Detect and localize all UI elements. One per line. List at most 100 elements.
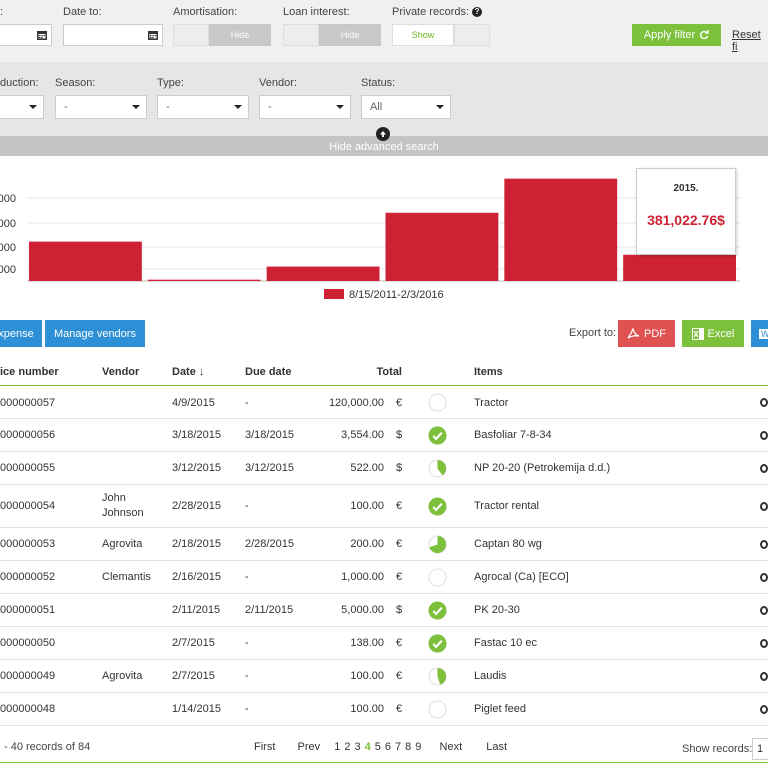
page-number[interactable]: 2 (344, 741, 350, 753)
view-icon[interactable] (760, 528, 768, 560)
toggle-off-side[interactable] (283, 24, 319, 46)
view-icon[interactable] (760, 561, 768, 593)
excel-label: Excel (707, 327, 735, 340)
cell-date: 2/18/2015 (172, 538, 221, 550)
table-row[interactable]: 000000048 1/14/2015 - 100.00 € Piglet feed (0, 693, 768, 726)
table-row[interactable]: 000000054 John Johnson 2/28/2015 - 100.00 € Tra… (0, 485, 768, 528)
y-tick-label: 000 (0, 264, 16, 276)
export-excel-button[interactable]: Excel (682, 320, 744, 347)
table-row[interactable]: 000000055 3/12/2015 3/12/2015 522.00 $ NP 20-… (0, 452, 768, 485)
page-last[interactable]: Last (486, 741, 507, 753)
export-pdf-button[interactable]: PDF (618, 320, 675, 347)
cell-invoice-number[interactable]: 000000055 (0, 452, 55, 484)
cell-invoice-number[interactable]: 000000049 (0, 660, 55, 692)
loan-interest-label: Loan interest: (283, 6, 350, 18)
season-select[interactable]: - (55, 95, 147, 119)
cell-date: 2/28/2015 (172, 500, 221, 512)
status-select[interactable]: All (361, 95, 451, 119)
page-next[interactable]: Next (440, 741, 463, 753)
header-items[interactable]: Items (474, 358, 503, 385)
view-icon[interactable] (760, 660, 768, 692)
cell-due-date: 3/12/2015 (245, 462, 294, 474)
chart-bar[interactable] (29, 241, 142, 281)
page-number[interactable]: 8 (405, 741, 411, 753)
page-number[interactable]: 6 (385, 741, 391, 753)
view-icon[interactable] (760, 387, 768, 418)
cell-invoice-number[interactable]: 000000048 (0, 693, 55, 725)
toggle-show[interactable]: Show (392, 24, 454, 46)
header-vendor[interactable]: Vendor (102, 358, 139, 385)
private-records-label: Private records:? (392, 6, 483, 18)
cell-vendor: Agrovita (102, 537, 143, 550)
table-row[interactable]: 000000053 Agrovita 2/18/2015 2/28/2015 200.0… (0, 528, 768, 561)
page-number[interactable]: 5 (375, 741, 381, 753)
payment-status-icon (428, 594, 447, 626)
calendar-icon[interactable] (143, 24, 163, 46)
cell-invoice-number[interactable]: 000000050 (0, 627, 55, 659)
view-icon[interactable] (760, 452, 768, 484)
manage-vendors-button[interactable]: Manage vendors (45, 320, 145, 347)
table-row[interactable]: 000000056 3/18/2015 3/18/2015 3,554.00 $ Basf… (0, 419, 768, 452)
header-invoice-number[interactable]: ice number (0, 358, 59, 385)
view-icon[interactable] (760, 419, 768, 451)
season-label: Season: (55, 77, 96, 89)
page-first[interactable]: First (254, 741, 275, 753)
page-number[interactable]: 7 (395, 741, 401, 753)
cell-date: 3/12/2015 (172, 462, 221, 474)
cell-invoice-number[interactable]: 000000053 (0, 528, 55, 560)
export-word-button[interactable]: W (751, 320, 768, 347)
table-row[interactable]: 000000049 Agrovita 2/7/2015 - 100.00 € Laudis (0, 660, 768, 693)
header-total[interactable]: Total (330, 358, 402, 385)
status-value: All (370, 101, 383, 113)
table-row[interactable]: 000000050 2/7/2015 - 138.00 € Fastac 10 ec (0, 627, 768, 660)
page-number[interactable]: 4 (365, 741, 371, 753)
header-due-date[interactable]: Due date (245, 358, 291, 385)
chart-bar[interactable] (147, 279, 261, 281)
page-number[interactable]: 1 (334, 741, 340, 753)
show-records-select[interactable]: 1 (752, 738, 768, 760)
chart-bar[interactable] (504, 178, 618, 281)
loan-interest-toggle[interactable]: Hide (283, 24, 381, 46)
view-icon[interactable] (760, 693, 768, 725)
table-row[interactable]: 000000052 Clemantis 2/16/2015 - 1,000.00 € Agr… (0, 561, 768, 594)
amortisation-toggle[interactable]: Hide (173, 24, 271, 46)
cell-invoice-number[interactable]: 000000051 (0, 594, 55, 626)
pagination: First Prev 123456789 Next Last (254, 741, 507, 753)
private-records-toggle[interactable]: Show (392, 24, 490, 46)
type-select[interactable]: - (157, 95, 249, 119)
payment-status-icon (428, 627, 447, 659)
view-icon[interactable] (760, 594, 768, 626)
toggle-off-side[interactable] (454, 24, 490, 46)
chart-bar[interactable] (385, 212, 499, 281)
help-icon[interactable]: ? (472, 7, 483, 18)
calendar-icon[interactable] (32, 24, 52, 46)
toggle-hide[interactable]: Hide (319, 24, 381, 46)
records-count: - 40 records of 84 (4, 741, 91, 753)
cell-invoice-number[interactable]: 000000057 (0, 387, 55, 418)
cell-invoice-number[interactable]: 000000054 (0, 485, 55, 527)
table-row[interactable]: 000000057 4/9/2015 - 120,000.00 € Tractor (0, 387, 768, 419)
add-expense-button[interactable]: xpense (0, 320, 42, 347)
vendor-select[interactable]: - (259, 95, 351, 119)
cell-items: Tractor (474, 396, 509, 409)
date-from-label: : (0, 6, 4, 18)
toggle-off-side[interactable] (173, 24, 209, 46)
refresh-icon (700, 30, 709, 40)
arrow-up-icon[interactable] (376, 127, 390, 141)
production-select[interactable] (0, 95, 44, 119)
toggle-hide[interactable]: Hide (209, 24, 271, 46)
chart-bar[interactable] (266, 266, 380, 281)
page-number[interactable]: 3 (355, 741, 361, 753)
page-prev[interactable]: Prev (298, 741, 321, 753)
chart-bar[interactable] (623, 254, 736, 281)
cell-invoice-number[interactable]: 000000052 (0, 561, 55, 593)
table-row[interactable]: 000000051 2/11/2015 2/11/2015 5,000.00 $ PK 2… (0, 594, 768, 627)
page-number[interactable]: 9 (415, 741, 421, 753)
view-icon[interactable] (760, 627, 768, 659)
cell-invoice-number[interactable]: 000000056 (0, 419, 55, 451)
reset-filter-link[interactable]: Reset fi (732, 29, 768, 53)
header-date[interactable]: Date ↓ (172, 358, 204, 385)
apply-filter-button[interactable]: Apply filter (632, 24, 721, 46)
date-to-label: Date to: (63, 6, 102, 18)
view-icon[interactable] (760, 485, 768, 527)
